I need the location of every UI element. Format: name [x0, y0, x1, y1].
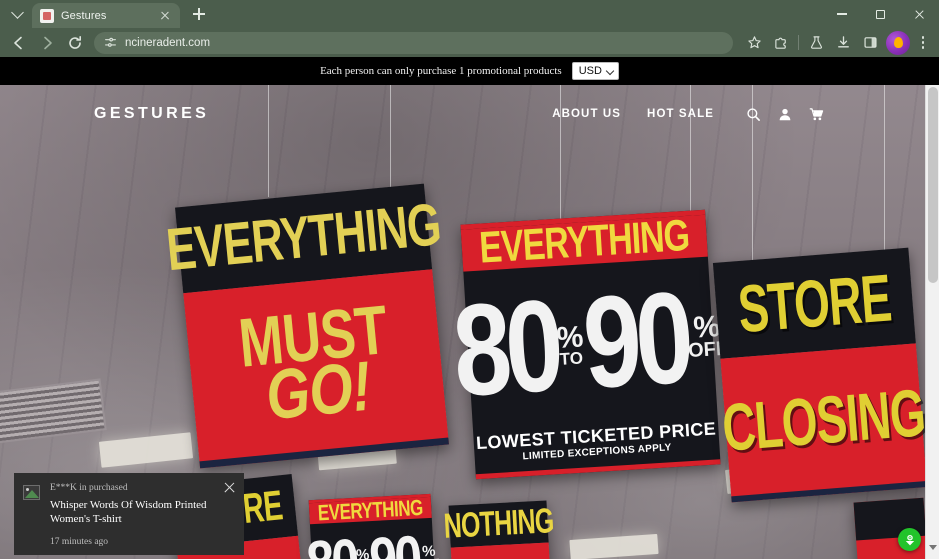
chevron-down-icon — [10, 6, 24, 19]
avatar-glyph — [893, 37, 903, 48]
sign-line: EVERYTHING — [317, 495, 424, 526]
arrow-left-icon — [14, 36, 22, 49]
close-icon — [914, 9, 925, 20]
scrollbar-thumb[interactable] — [928, 87, 938, 283]
minimize-icon — [836, 13, 847, 15]
flask-icon — [810, 36, 822, 49]
minimize-button[interactable] — [822, 0, 861, 28]
extensions-button[interactable] — [768, 30, 794, 56]
labs-button[interactable] — [803, 30, 829, 56]
star-icon — [747, 36, 761, 49]
sign-80-to-90-off: EVERYTHING 80 % TO 90 % OFF LOWEST TICKE… — [449, 209, 729, 480]
maximize-icon — [876, 9, 885, 19]
profile-avatar-icon[interactable] — [886, 30, 910, 55]
page-scrollbar[interactable] — [925, 85, 939, 559]
reload-icon — [69, 35, 81, 49]
arrow-right-icon — [44, 36, 52, 49]
window-controls — [822, 0, 939, 28]
sign-discount-low: 80 — [305, 526, 358, 559]
toast-product-name[interactable]: Whisper Words Of Wisdom Printed Women's … — [50, 499, 235, 527]
three-dot-menu-icon[interactable] — [913, 30, 933, 56]
sign-line: STORE — [735, 259, 894, 347]
tune-icon — [105, 37, 116, 47]
download-icon — [837, 36, 849, 48]
toast-buyer: E***K in purchased — [50, 483, 128, 493]
header-icons — [746, 107, 825, 122]
browser-toolbar: ncineradent.com — [0, 28, 939, 57]
page-favicon — [40, 8, 54, 23]
side-panel-button[interactable] — [857, 30, 883, 56]
back-button[interactable] — [6, 30, 32, 56]
tab-search-button[interactable] — [4, 3, 30, 25]
bookmark-button[interactable] — [741, 30, 767, 56]
cart-icon[interactable] — [809, 107, 825, 122]
page-viewport: Each person can only purchase 1 promotio… — [0, 57, 939, 559]
sign-discount-high: 90 — [579, 265, 692, 418]
nav-item-hot-sale[interactable]: HOT SALE — [647, 108, 714, 120]
browser-tab[interactable]: Gestures — [32, 3, 180, 28]
forward-button[interactable] — [34, 30, 60, 56]
sign-percent: % — [355, 546, 370, 559]
account-icon[interactable] — [778, 107, 792, 122]
sign-percent: % — [555, 319, 585, 355]
browser-window: Gestures ncineradent.com Each person can… — [0, 0, 939, 559]
site-logo[interactable]: GESTURES — [94, 105, 209, 123]
window-close-button[interactable] — [900, 0, 939, 28]
scroll-down-arrow-icon[interactable] — [929, 545, 937, 553]
nav-item-about-us[interactable]: ABOUT US — [552, 108, 621, 120]
announcement-bar: Each person can only purchase 1 promotio… — [0, 57, 939, 85]
broken-image-icon — [23, 485, 40, 500]
green-download-badge-icon[interactable] — [898, 528, 921, 551]
reload-button[interactable] — [62, 30, 88, 56]
close-icon[interactable] — [158, 9, 172, 23]
sign-discount-high: 90 — [367, 522, 421, 559]
sign-line: EVERYTHING — [163, 191, 444, 284]
close-icon[interactable] — [223, 481, 236, 494]
side-panel-icon — [863, 37, 877, 48]
main-navigation: ABOUT US HOT SALE — [552, 107, 825, 122]
extensions-puzzle-icon — [774, 37, 786, 49]
toolbar-divider — [798, 35, 799, 50]
tab-strip: Gestures — [0, 0, 939, 28]
toolbar-actions — [741, 30, 933, 56]
address-bar[interactable]: ncineradent.com — [94, 31, 733, 54]
sign-line: NOTHING — [442, 500, 555, 546]
downloads-button[interactable] — [830, 30, 856, 56]
sign-line: CLOSING — [719, 374, 925, 466]
sign-line: EVERYTHING — [478, 211, 691, 274]
sign-everything-must-go: EVERYTHING MUST GO! — [164, 183, 449, 469]
address-bar-url: ncineradent.com — [125, 36, 211, 49]
sign-store-closing: STORE CLOSING — [712, 247, 925, 503]
sign-discount-low: 80 — [449, 273, 562, 425]
site-header: GESTURES ABOUT US HOT SALE — [0, 85, 925, 143]
search-icon[interactable] — [746, 107, 761, 122]
purchase-notification-toast[interactable]: E***K in purchased Whisper Words Of Wisd… — [14, 473, 244, 555]
announcement-text: Each person can only purchase 1 promotio… — [320, 65, 562, 77]
sign-80-to-90-off-small: EVERYTHING 80 % TO 90 % OFF LOWEST TICKE… — [305, 493, 440, 559]
currency-select-value: USD — [578, 65, 602, 77]
sign-to: TO — [559, 348, 584, 369]
toast-body: E***K in purchased Whisper Words Of Wisd… — [50, 483, 235, 547]
maximize-button[interactable] — [861, 0, 900, 28]
toast-timestamp: 17 minutes ago — [50, 536, 109, 547]
currency-select[interactable]: USD — [571, 62, 619, 80]
sign-nothing-held-back: NOTHING HELD BACK! — [443, 500, 554, 559]
sign-percent: % — [421, 542, 436, 559]
chevron-down-icon — [605, 66, 615, 76]
sign-line: GO! — [262, 346, 374, 435]
new-tab-button[interactable] — [186, 2, 212, 26]
tab-title: Gestures — [61, 9, 107, 22]
